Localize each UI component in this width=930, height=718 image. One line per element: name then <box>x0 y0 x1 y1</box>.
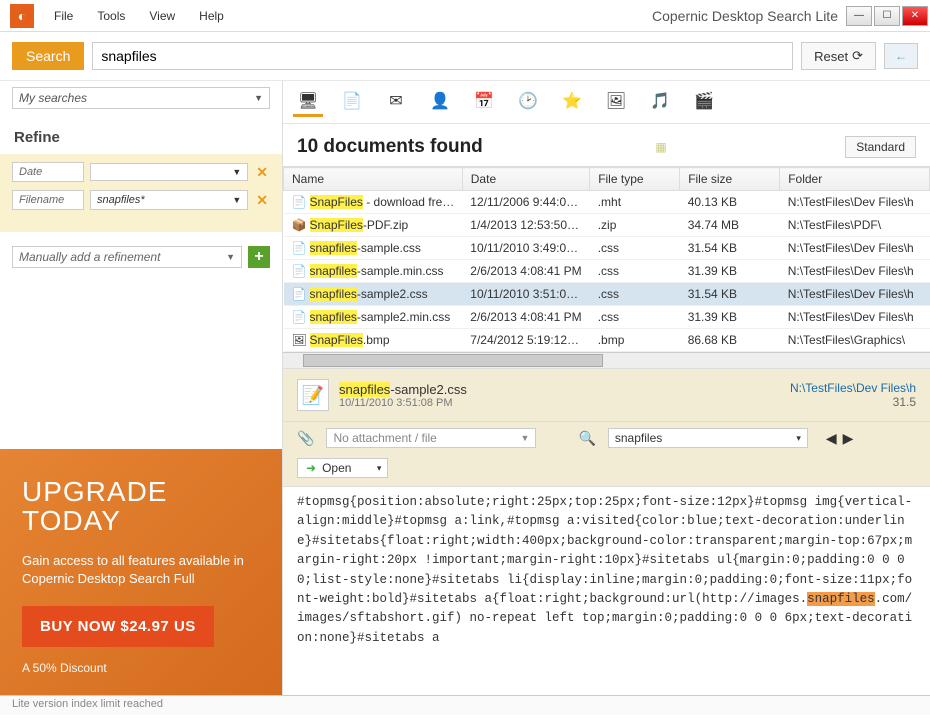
menu-file[interactable]: File <box>44 5 83 27</box>
status-bar: Lite version index limit reached <box>0 695 930 715</box>
preview-filename: snapfiles-sample2.css <box>339 382 780 397</box>
filter-favorites-icon[interactable]: ⭐ <box>557 87 587 117</box>
filter-documents-icon[interactable]: 📄 <box>337 87 367 117</box>
back-button[interactable]: ← <box>884 43 918 69</box>
my-searches-dropdown[interactable]: My searches▼ <box>12 87 270 109</box>
refine-filename-value[interactable]: snapfiles*▼ <box>90 190 248 210</box>
col-date[interactable]: Date <box>462 168 589 191</box>
add-refinement-button[interactable]: + <box>248 246 270 268</box>
preview-next-button[interactable]: ▶ <box>841 430 856 447</box>
table-row[interactable]: 📄snapfiles-sample.css10/11/2010 3:49:0….… <box>284 237 930 260</box>
preview-size: 31.5 <box>790 395 916 409</box>
filter-video-icon[interactable]: 🎬 <box>689 87 719 117</box>
buy-now-button[interactable]: BUY NOW $24.97 US <box>22 606 214 647</box>
preview-prev-button[interactable]: ◀ <box>824 430 839 447</box>
preview-content[interactable]: #topmsg{position:absolute;right:25px;top… <box>283 487 930 695</box>
col-name[interactable]: Name <box>284 168 463 191</box>
horizontal-scrollbar[interactable] <box>283 352 930 368</box>
view-mode-dropdown[interactable]: Standard <box>845 136 916 158</box>
chevron-down-icon: ▼ <box>254 93 263 103</box>
minimize-button[interactable]: — <box>846 6 872 26</box>
refine-filename-remove[interactable]: ✕ <box>254 192 270 209</box>
table-row[interactable]: 📦SnapFiles-PDF.zip1/4/2013 12:53:50….zip… <box>284 214 930 237</box>
close-button[interactable]: ✕ <box>902 6 928 26</box>
maximize-button[interactable]: ☐ <box>874 6 900 26</box>
filter-pictures-icon[interactable]: 🖼 <box>601 87 631 117</box>
filter-history-icon[interactable]: 🕑 <box>513 87 543 117</box>
app-logo-icon: ◐ <box>10 4 34 28</box>
window-title: Copernic Desktop Search Lite <box>652 8 838 24</box>
refine-date-remove[interactable]: ✕ <box>254 164 270 181</box>
results-table: Name Date File type File size Folder 📄Sn… <box>283 167 930 352</box>
filter-calendar-icon[interactable]: 📅 <box>469 87 499 117</box>
results-count: 10 documents found <box>297 136 483 158</box>
preview-path[interactable]: N:\TestFiles\Dev Files\h <box>790 381 916 395</box>
menu-view[interactable]: View <box>139 5 185 27</box>
col-folder[interactable]: Folder <box>780 168 930 191</box>
col-size[interactable]: File size <box>680 168 780 191</box>
add-refinement-dropdown[interactable]: Manually add a refinement▼ <box>12 246 242 268</box>
search-label: Search <box>12 42 84 70</box>
refine-date-value[interactable]: ▼ <box>90 163 248 181</box>
upgrade-panel: UPGRADETODAY Gain access to all features… <box>0 449 282 695</box>
reset-icon: ⟳ <box>852 48 863 64</box>
table-row[interactable]: 📄snapfiles-sample.min.css2/6/2013 4:08:4… <box>284 260 930 283</box>
preview-date: 10/11/2010 3:51:08 PM <box>339 397 780 409</box>
filter-contacts-icon[interactable]: 👤 <box>425 87 455 117</box>
refine-filename-label[interactable]: Filename <box>12 190 84 210</box>
preview-file-icon: 📝 <box>297 379 329 411</box>
menu-help[interactable]: Help <box>189 5 234 27</box>
open-icon: ➜ <box>306 461 316 475</box>
filter-email-icon[interactable]: ✉ <box>381 87 411 117</box>
col-type[interactable]: File type <box>590 168 680 191</box>
grid-icon[interactable]: ▦ <box>655 140 666 154</box>
table-row[interactable]: 📄snapfiles-sample2.css10/11/2010 3:51:0…… <box>284 283 930 306</box>
filter-music-icon[interactable]: 🎵 <box>645 87 675 117</box>
search-input[interactable] <box>92 42 793 70</box>
preview-search-input[interactable]: snapfiles▾ <box>608 428 808 448</box>
refine-date-label[interactable]: Date <box>12 162 84 182</box>
reset-button[interactable]: Reset⟳ <box>801 42 876 70</box>
table-row[interactable]: 📄snapfiles-sample2.min.css2/6/2013 4:08:… <box>284 306 930 329</box>
attachment-icon[interactable]: 📎 <box>297 430 314 447</box>
open-button[interactable]: ➜Open <box>297 458 388 478</box>
menu-tools[interactable]: Tools <box>87 5 135 27</box>
main-menu: File Tools View Help <box>44 5 234 27</box>
filter-all-icon[interactable]: 🖥 <box>293 87 323 117</box>
discount-text: A 50% Discount <box>22 661 260 675</box>
preview-search-icon[interactable]: 🔍 <box>578 430 595 447</box>
attachment-dropdown[interactable]: No attachment / file▼ <box>326 428 536 448</box>
refine-heading: Refine <box>0 119 282 154</box>
table-row[interactable]: 🖼SnapFiles.bmp7/24/2012 5:19:12….bmp86.6… <box>284 329 930 352</box>
table-row[interactable]: 📄SnapFiles - download fre…12/11/2006 9:4… <box>284 191 930 214</box>
